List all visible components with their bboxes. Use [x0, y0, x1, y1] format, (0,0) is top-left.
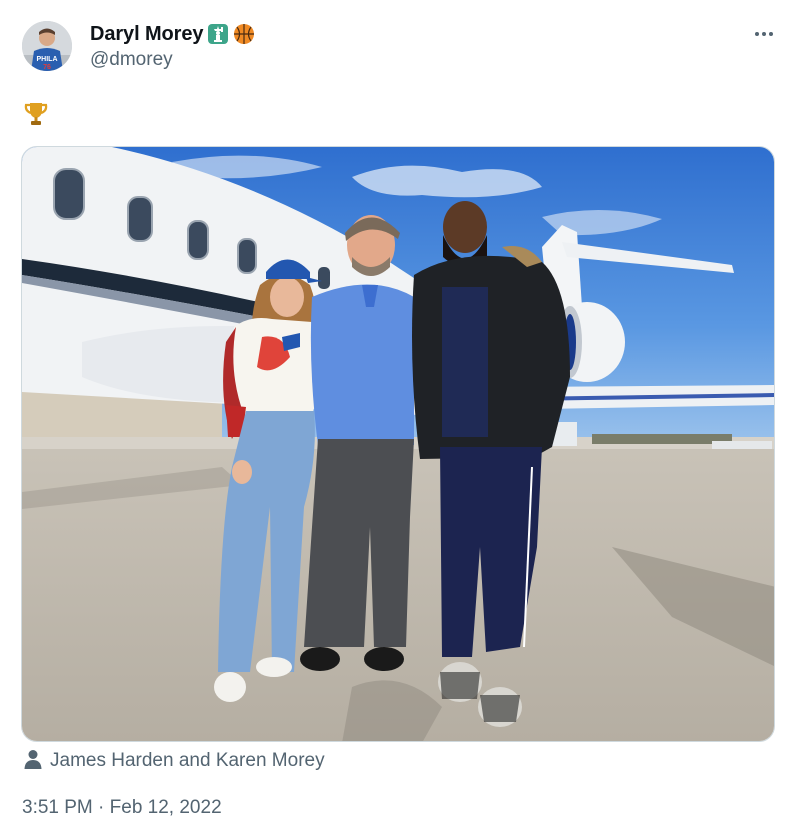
trophy-emoji-icon	[22, 100, 52, 130]
tweet-time[interactable]: 3:51 PM	[22, 797, 93, 819]
tweet-photo[interactable]	[21, 146, 775, 742]
author-avatar[interactable]: PHILA 76	[22, 21, 72, 71]
author-name-row[interactable]: Daryl Morey	[90, 21, 255, 47]
tagged-people-label[interactable]: James Harden and Karen Morey	[50, 750, 325, 772]
author-display-name[interactable]: Daryl Morey	[90, 23, 204, 46]
svg-text:76: 76	[43, 64, 51, 71]
timestamp-separator: ·	[92, 797, 110, 818]
person-icon	[24, 749, 42, 774]
more-options-icon[interactable]	[748, 22, 780, 46]
statue-of-liberty-emoji-icon	[207, 23, 229, 45]
tweet: PHILA 76 Daryl Morey @dmorey James Harde…	[0, 0, 806, 840]
tweet-timestamp[interactable]: 3:51 PM · Feb 12, 2022	[22, 797, 222, 819]
tagged-people[interactable]: James Harden and Karen Morey	[24, 749, 325, 773]
svg-text:PHILA: PHILA	[37, 56, 58, 63]
tweet-date[interactable]: Feb 12, 2022	[110, 797, 222, 819]
author-handle[interactable]: @dmorey	[90, 49, 173, 71]
basketball-emoji-icon	[233, 23, 255, 45]
